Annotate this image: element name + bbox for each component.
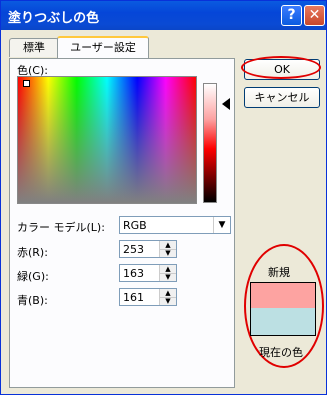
red-value[interactable]: 253: [123, 243, 144, 256]
blue-value[interactable]: 161: [123, 291, 144, 304]
luminance-slider[interactable]: [203, 83, 217, 203]
green-down-arrow-icon[interactable]: ▼: [160, 273, 176, 281]
title-bar[interactable]: 塗りつぶしの色 ? ✕: [1, 1, 326, 30]
color-model-label: カラー モデル(L):: [17, 221, 105, 234]
blue-down-arrow-icon[interactable]: ▼: [160, 297, 176, 305]
tab-standard[interactable]: 標準: [9, 38, 59, 57]
current-color-swatch: [250, 308, 316, 336]
luminance-arrow-icon[interactable]: [222, 98, 230, 110]
color-model-select[interactable]: RGB ▼: [119, 216, 231, 234]
color-picker-cursor[interactable]: [23, 80, 30, 87]
cancel-button[interactable]: キャンセル: [244, 87, 320, 108]
help-button[interactable]: ?: [281, 5, 302, 26]
chevron-down-icon[interactable]: ▼: [213, 217, 230, 233]
ok-highlight-ellipse: [241, 56, 321, 79]
blue-label: 青(B):: [17, 294, 48, 307]
red-label: 赤(R):: [17, 246, 48, 259]
current-color-label: 現在の色: [259, 346, 303, 359]
new-color-swatch: [250, 282, 316, 308]
red-down-arrow-icon[interactable]: ▼: [160, 249, 176, 257]
window-title: 塗りつぶしの色: [8, 11, 100, 26]
new-color-label: 新規: [268, 266, 290, 279]
blue-stepper[interactable]: 161 ▲ ▼: [119, 288, 177, 306]
red-stepper[interactable]: 253 ▲ ▼: [119, 240, 177, 258]
green-stepper[interactable]: 163 ▲ ▼: [119, 264, 177, 282]
close-button[interactable]: ✕: [304, 5, 325, 26]
green-label: 緑(G):: [17, 270, 49, 283]
tab-custom[interactable]: ユーザー設定: [57, 36, 149, 60]
green-value[interactable]: 163: [123, 267, 144, 280]
color-model-value: RGB: [123, 219, 147, 232]
color-spectrum-picker[interactable]: [17, 76, 197, 204]
